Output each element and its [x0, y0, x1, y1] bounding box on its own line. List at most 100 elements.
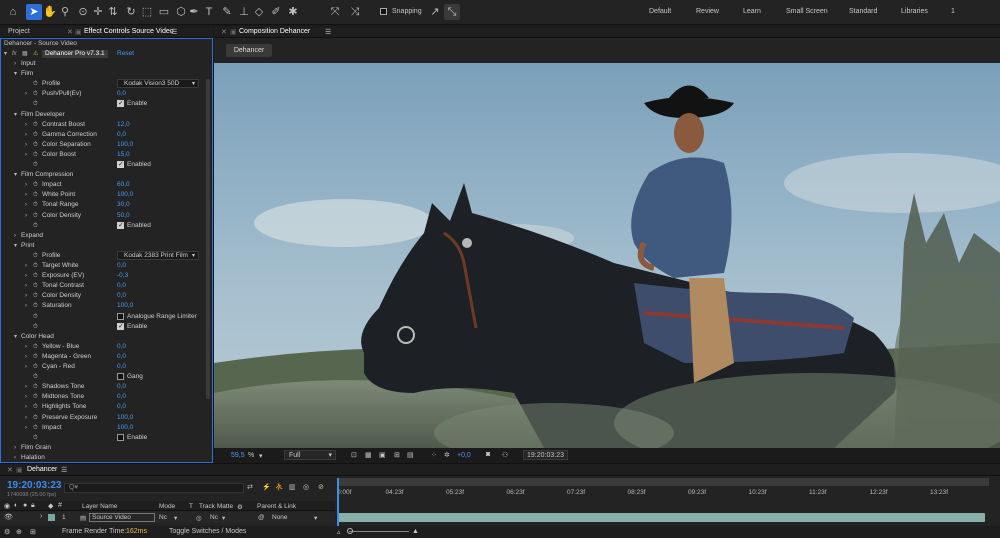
tab-composition[interactable]: Composition Dehancer: [239, 28, 310, 35]
brush-tool-icon[interactable]: ✎: [219, 4, 235, 20]
stopwatch-icon[interactable]: ⏱: [33, 372, 38, 382]
param-checkbox[interactable]: [117, 221, 124, 231]
twirl-closed-icon[interactable]: ›: [25, 130, 27, 140]
twirl-closed-icon[interactable]: ›: [25, 261, 27, 271]
param-value[interactable]: 0,0: [117, 342, 126, 352]
param-value[interactable]: 0,0: [117, 281, 126, 291]
param-row[interactable]: ⏱ Analogue Range Limiter: [1, 312, 203, 322]
param-value[interactable]: 100,0: [117, 140, 133, 150]
param-value[interactable]: -0,3: [117, 271, 128, 281]
twirl-closed-icon[interactable]: ›: [25, 342, 27, 352]
twirl-open-icon[interactable]: ▾: [14, 170, 17, 180]
param-group[interactable]: ▾ Color Head: [1, 332, 203, 342]
param-value[interactable]: 0,0: [117, 352, 126, 362]
param-row[interactable]: › ⏱ Color Density 0,0: [1, 291, 203, 301]
param-checkbox[interactable]: [117, 99, 124, 109]
toggle-switches-link[interactable]: Toggle Switches / Modes: [169, 528, 246, 535]
twirl-closed-icon[interactable]: ›: [25, 301, 27, 311]
param-row[interactable]: › ⏱ Midtones Tone 0,0: [1, 392, 203, 402]
twirl-closed-icon[interactable]: ›: [25, 352, 27, 362]
layer-matte[interactable]: Nc: [210, 514, 218, 521]
param-checkbox[interactable]: [117, 312, 124, 320]
footer-icon-2[interactable]: ⊕: [16, 528, 22, 536]
param-value[interactable]: 30,0: [117, 200, 130, 210]
param-checkbox[interactable]: [117, 322, 124, 332]
playhead[interactable]: [337, 478, 339, 526]
param-row[interactable]: › ⏱ Impact 100,0: [1, 423, 203, 433]
param-row[interactable]: › ⏱ Yellow - Blue 0,0: [1, 342, 203, 352]
shy-icon[interactable]: ⛹: [275, 483, 284, 491]
twirl-closed-icon[interactable]: ›: [25, 382, 27, 392]
twirl-closed-icon[interactable]: ›: [14, 443, 16, 453]
hand-tool-icon[interactable]: ✋: [42, 4, 58, 20]
stopwatch-icon[interactable]: ⏱: [33, 382, 38, 392]
exposure-icon[interactable]: ✲: [444, 451, 450, 459]
close-comp-icon[interactable]: ✕: [221, 28, 227, 36]
param-row[interactable]: › ⏱ Tonal Range 30,0: [1, 200, 203, 210]
param-dropdown[interactable]: Kodak Vision3 50D ▾: [117, 79, 199, 89]
stopwatch-icon[interactable]: ⏱: [33, 221, 38, 231]
twirl-closed-icon[interactable]: ›: [25, 413, 27, 423]
frame-blending-icon[interactable]: ▥: [289, 483, 296, 491]
param-group[interactable]: ▾ Print: [1, 241, 203, 251]
zoom-in-icon[interactable]: ▲: [412, 528, 419, 535]
layer-search-input[interactable]: Q▾: [64, 483, 244, 493]
puppet-tool-icon[interactable]: ✱: [285, 4, 301, 20]
param-row[interactable]: › ⏱ Magenta - Green 0,0: [1, 352, 203, 362]
param-checkbox[interactable]: [117, 373, 124, 381]
resolution-select[interactable]: Full ▾: [284, 450, 336, 460]
axis-tool-icon[interactable]: ⤧: [327, 4, 343, 20]
lock-icon[interactable]: ▣: [75, 28, 82, 36]
footer-icon-1[interactable]: ⚙: [4, 528, 10, 536]
param-row[interactable]: › ⏱ Color Boost 15,0: [1, 150, 203, 160]
param-row[interactable]: ⏱ Enabled: [1, 160, 203, 170]
workspace-review[interactable]: Review: [696, 8, 719, 15]
graph-editor-icon[interactable]: ⊘: [318, 483, 324, 491]
zoom-value[interactable]: 59,5: [231, 452, 245, 459]
param-row[interactable]: › ⏱ Push/Pull(Ev) 0,0: [1, 89, 203, 99]
param-row[interactable]: › ⏱ Cyan - Red 0,0: [1, 362, 203, 372]
twirl-closed-icon[interactable]: ›: [25, 402, 27, 412]
workspace-libraries[interactable]: Libraries: [901, 8, 928, 15]
param-row[interactable]: ⏱ Gang: [1, 372, 203, 382]
param-group[interactable]: › Film Grain: [1, 443, 203, 453]
scrollbar[interactable]: [206, 79, 210, 399]
clone-stamp-icon[interactable]: ⊥: [236, 4, 252, 20]
param-row[interactable]: › ⏱ White Point 100,0: [1, 190, 203, 200]
zoom-slider[interactable]: [349, 531, 409, 532]
stopwatch-icon[interactable]: ⏱: [33, 180, 38, 190]
zoom-out-icon[interactable]: ▵: [337, 528, 341, 536]
timeline-lock-icon[interactable]: ▣: [16, 466, 23, 474]
comp-subtab[interactable]: Dehancer: [226, 44, 272, 57]
zoom-dropdown-icon[interactable]: ▾: [259, 452, 263, 460]
transparency-grid-icon[interactable]: ▦: [365, 451, 372, 459]
col-layer-name[interactable]: Layer Name: [82, 503, 117, 510]
twirl-closed-icon[interactable]: ›: [25, 190, 27, 200]
show-snapshot-icon[interactable]: ⚇: [502, 451, 508, 459]
stopwatch-icon[interactable]: ⏱: [33, 312, 38, 322]
stopwatch-icon[interactable]: ⏱: [33, 281, 38, 291]
eye-icon[interactable]: 👁︎: [4, 513, 13, 521]
stopwatch-icon[interactable]: ⏱: [33, 79, 38, 89]
stopwatch-icon[interactable]: ⏱: [33, 423, 38, 433]
stopwatch-icon[interactable]: ⏱: [33, 251, 38, 261]
stopwatch-icon[interactable]: ⏱: [33, 190, 38, 200]
tab-project[interactable]: Project: [8, 28, 30, 35]
param-row[interactable]: ⏱ Profile Kodak 2383 Print Film ▾: [1, 250, 203, 261]
rotation-tool-icon[interactable]: ↻: [123, 4, 139, 20]
param-row[interactable]: › ⏱ Shadows Tone 0,0: [1, 382, 203, 392]
param-row[interactable]: › ⏱ Target White 0,0: [1, 261, 203, 271]
param-row[interactable]: ⏱ Enable: [1, 322, 203, 332]
twirl-closed-icon[interactable]: ›: [25, 281, 27, 291]
snapshot-icon[interactable]: ◙: [486, 451, 490, 458]
layer-mode[interactable]: Nc: [159, 514, 167, 521]
comp-menu-icon[interactable]: ☰: [325, 28, 331, 36]
stopwatch-icon[interactable]: ⏱: [33, 291, 38, 301]
snapping-checkbox[interactable]: [380, 8, 387, 15]
mask-toggle-icon[interactable]: ▣: [379, 451, 386, 459]
effect-name[interactable]: Dehancer Pro v7.3.1: [42, 50, 108, 58]
stopwatch-icon[interactable]: ⏱: [33, 120, 38, 130]
twirl-closed-icon[interactable]: ›: [25, 423, 27, 433]
param-row[interactable]: › ⏱ Color Density 50,0: [1, 211, 203, 221]
stopwatch-icon[interactable]: ⏱: [33, 352, 38, 362]
